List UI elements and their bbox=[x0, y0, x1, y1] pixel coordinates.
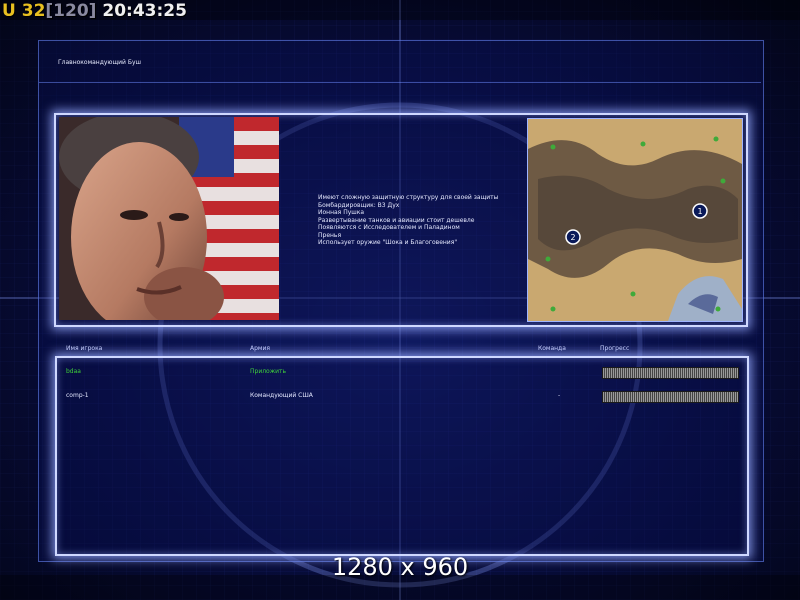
game-screen: U 32[120] 20:43:25 Главнокомандующий Буш bbox=[0, 0, 800, 600]
header-progress: Прогресс bbox=[600, 345, 630, 352]
player-name: comp-1 bbox=[66, 392, 89, 399]
description-line: Пренья bbox=[318, 231, 342, 239]
resolution-label: 1280 x 960 bbox=[331, 553, 469, 581]
general-portrait bbox=[59, 117, 279, 320]
hud-bracket-value: [120] bbox=[45, 1, 97, 21]
hud-prefix: U bbox=[2, 1, 16, 21]
player-army: Командующий США bbox=[250, 392, 313, 399]
player-team: - bbox=[558, 392, 561, 399]
description-line: Развертывание танков и авиации стоит деш… bbox=[318, 216, 475, 224]
start-position-label: 2 bbox=[570, 233, 575, 242]
progress-fill bbox=[603, 368, 738, 378]
header-player-name: Имя игрока bbox=[66, 345, 103, 352]
title-bar bbox=[39, 48, 761, 83]
description-line: Появляются с Исследователем и Паладином bbox=[318, 224, 460, 231]
progress-bar bbox=[602, 391, 739, 403]
army-description: Имеют сложную защитную структуру для сво… bbox=[318, 194, 518, 247]
players-panel bbox=[55, 356, 749, 556]
header-army: Армия bbox=[250, 345, 270, 352]
player-army: Приложить bbox=[250, 368, 287, 375]
description-line: Использует оружие "Шока и Благоговения" bbox=[318, 239, 458, 246]
progress-fill bbox=[603, 392, 738, 402]
hud-count: 32 bbox=[21, 1, 46, 21]
player-name: bdaa bbox=[66, 368, 81, 375]
hud-overlay: U 32[120] 20:43:25 bbox=[2, 0, 187, 22]
start-position-marker-1: 1 bbox=[692, 203, 708, 219]
portrait-image bbox=[59, 117, 279, 320]
minimap-image: 1 2 bbox=[528, 119, 742, 321]
start-position-label: 1 bbox=[697, 207, 702, 216]
table-row: bdaa Приложить bbox=[0, 367, 800, 382]
header-team: Команда bbox=[538, 345, 566, 352]
description-line: Ионная Пушка bbox=[318, 209, 365, 216]
page-title: Главнокомандующий Буш bbox=[58, 59, 141, 66]
progress-bar bbox=[602, 367, 739, 379]
description-line: Бомбардировщик: B3 Дух bbox=[318, 201, 400, 209]
table-row: comp-1 Командующий США - bbox=[0, 391, 800, 406]
start-position-marker-2: 2 bbox=[565, 229, 581, 245]
hud-clock: 20:43:25 bbox=[102, 1, 187, 21]
description-line: Имеют сложную защитную структуру для сво… bbox=[318, 194, 499, 201]
map-preview: 1 2 bbox=[527, 118, 743, 322]
